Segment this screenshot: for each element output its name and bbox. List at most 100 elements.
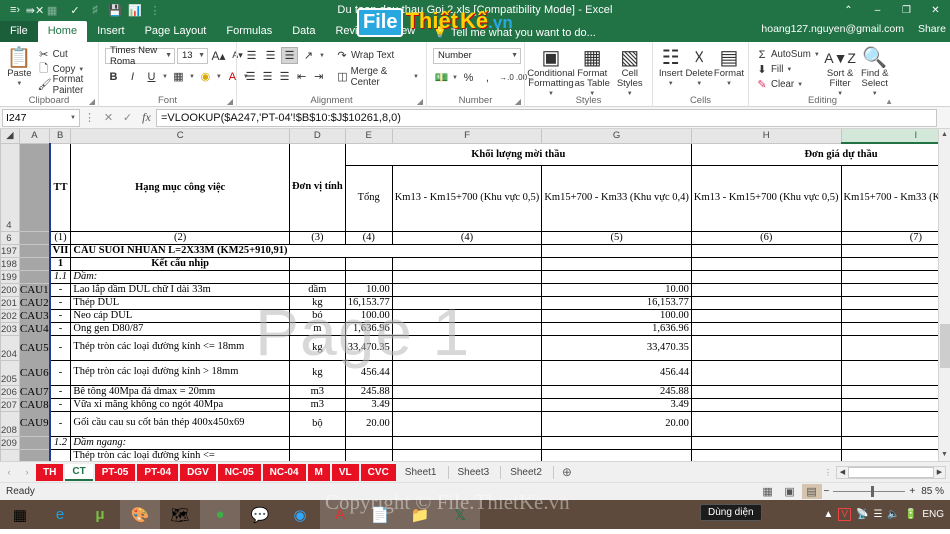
cell-TT[interactable]: - [48, 384, 72, 399]
share-button[interactable]: Share [918, 23, 946, 35]
close-button[interactable]: ✕ [921, 0, 950, 20]
align-middle-icon[interactable]: ☰ [262, 47, 279, 64]
currency-dropdown-icon[interactable]: ▼ [452, 75, 458, 81]
cell-I[interactable] [840, 435, 950, 450]
row-header[interactable]: 199 [0, 269, 20, 284]
cell-E[interactable] [345, 243, 393, 258]
photoshop-icon[interactable]: ◉ [280, 500, 320, 529]
cell-description[interactable]: Vữa xi măng không co ngót 40Mpa [70, 397, 290, 412]
cell-unit[interactable] [288, 435, 346, 450]
cell-unit[interactable]: kg [288, 359, 346, 386]
cell-F[interactable] [391, 308, 543, 323]
row-header[interactable]: 204 [0, 334, 20, 361]
cell-unit[interactable] [288, 269, 346, 284]
cell-F[interactable] [391, 435, 543, 450]
cell-I[interactable]: 6,737,550 [840, 410, 950, 437]
cell-H[interactable] [690, 410, 842, 437]
cell-F6[interactable]: (4) [391, 230, 543, 245]
column-header-F[interactable]: F [391, 129, 543, 144]
scroll-down-arrow-icon[interactable]: ▼ [939, 449, 950, 461]
folder-icon[interactable]: 📁 [400, 500, 440, 529]
fill-dropdown-icon[interactable]: ▼ [786, 67, 792, 73]
table-row[interactable]: 205 CAU6 - Thép tròn các loại đường kính… [0, 359, 950, 386]
sheet-tab-m[interactable]: M [307, 463, 330, 481]
cell-E5-tong[interactable]: Tổng [344, 164, 393, 232]
horizontal-scroll-thumb[interactable] [848, 466, 934, 478]
pdf-icon[interactable]: 📄 [360, 500, 400, 529]
table-row[interactable]: 201 CAU2 - Thép DUL kg 16,153.77 16,153.… [0, 295, 950, 310]
clipboard-dialog-launcher[interactable]: ◢ [89, 97, 95, 106]
row-header[interactable]: 197 [0, 243, 20, 258]
cell-unit[interactable]: kg [288, 334, 346, 361]
cell-I[interactable]: 74,196,278 [840, 282, 950, 297]
zoom-slider[interactable]: − + [824, 486, 920, 497]
network-icon[interactable]: 📡 [856, 509, 868, 520]
cell-F[interactable] [391, 359, 543, 386]
cell-E4-khoiluong[interactable]: Khối lượng mời thầu [344, 142, 692, 166]
cell-F[interactable] [391, 384, 543, 399]
conditional-formatting-button[interactable]: ▣ Conditional Formatting ▼ [527, 46, 575, 99]
number-dialog-launcher[interactable]: ◢ [515, 97, 521, 106]
cell-TT[interactable]: - [48, 397, 72, 412]
cell-unit[interactable] [288, 256, 346, 271]
alignment-dialog-launcher[interactable]: ◢ [417, 97, 423, 106]
name-box[interactable]: I247 ▼ [2, 108, 80, 127]
grow-font-icon[interactable]: A▴ [210, 47, 227, 64]
cell-F[interactable] [391, 448, 543, 461]
cell-A[interactable]: CAU4 [19, 322, 50, 335]
cell-H[interactable] [690, 308, 842, 323]
column-header-H[interactable]: H [690, 129, 842, 144]
cell-description[interactable]: Ống gen D80/87 [70, 321, 290, 336]
cell-F[interactable] [391, 397, 543, 412]
volume-mute-icon[interactable]: 🔈 [887, 509, 899, 520]
sheet-tab-sheet2[interactable]: Sheet2 [503, 464, 549, 481]
row-header-4[interactable]: 4 [0, 142, 20, 232]
paste-dropdown-icon[interactable]: ▼ [16, 79, 22, 89]
cell-TT[interactable]: - [48, 410, 72, 437]
row-header[interactable]: 202 [0, 308, 20, 323]
minimize-button[interactable]: – [863, 0, 892, 20]
cell-H[interactable] [690, 295, 842, 310]
cell-unit[interactable]: bộ [288, 410, 346, 437]
table-row[interactable]: 198 1 Kết cấu nhịp c2 Kết cấu nhịp [0, 256, 950, 271]
cell-G[interactable]: 33,470.35 [541, 334, 692, 361]
cell-D6[interactable]: (3) [288, 230, 346, 245]
cell-I[interactable]: 44,172 [840, 295, 950, 310]
cell-G[interactable] [541, 243, 692, 258]
table-row[interactable]: 207 CAU8 - Vữa xi măng không co ngót 40M… [0, 397, 950, 412]
currency-icon[interactable]: 💵 [433, 69, 450, 86]
cell-TT[interactable]: 1 [48, 256, 72, 271]
autosum-button[interactable]: Σ AutoSum ▼ [753, 47, 823, 62]
cell-E[interactable] [344, 269, 393, 284]
cell-F5-sub[interactable]: Km13 - Km15+700 (Khu vực 0,5) [391, 164, 543, 232]
delete-dropdown-icon[interactable]: ▼ [696, 79, 702, 89]
cell-F[interactable] [391, 256, 543, 271]
cell-I[interactable]: 20,325 [840, 334, 950, 361]
underline-button[interactable]: U [143, 68, 160, 85]
cell-F[interactable] [391, 321, 543, 336]
comma-style-icon[interactable]: , [479, 69, 496, 86]
cell-H[interactable] [690, 256, 842, 271]
cell-A[interactable]: CAU1 [19, 283, 50, 296]
format-painter-icon[interactable]: ✓ [66, 2, 84, 19]
scroll-left-arrow-icon[interactable]: ◀ [837, 468, 848, 476]
unikey-v-icon[interactable]: V [838, 508, 851, 521]
autosum-dropdown-icon[interactable]: ▼ [814, 52, 820, 58]
column-header-B[interactable]: B [49, 129, 72, 144]
cell-A[interactable] [18, 448, 51, 461]
fill-color-dropdown-icon[interactable]: ▼ [216, 74, 222, 80]
sheet-tab-sheet1[interactable]: Sheet1 [398, 464, 444, 481]
horizontal-scroll-track[interactable]: ◀ ▶ [836, 465, 946, 479]
cell-G[interactable]: 245.88 [541, 384, 692, 399]
paste-button[interactable]: 📋 Paste ▼ [4, 46, 35, 89]
sheet-tab-nc04[interactable]: NC-04 [262, 463, 306, 481]
format-as-table-button[interactable]: ▦ Format as Table ▼ [574, 46, 611, 99]
customize-qat-icon[interactable]: ⋮ [146, 2, 164, 19]
row-header[interactable]: 207 [0, 397, 20, 412]
view-controls[interactable]: ▦ ▣ ▤ − + 85 % [758, 484, 950, 499]
start-icon[interactable]: ▦ [0, 500, 40, 529]
cell-unit[interactable]: dầm [288, 282, 346, 297]
column-header-C[interactable]: C [70, 129, 290, 144]
underline-dropdown-icon[interactable]: ▼ [162, 74, 168, 80]
vertical-scrollbar[interactable]: ▲ ▼ [938, 129, 950, 461]
